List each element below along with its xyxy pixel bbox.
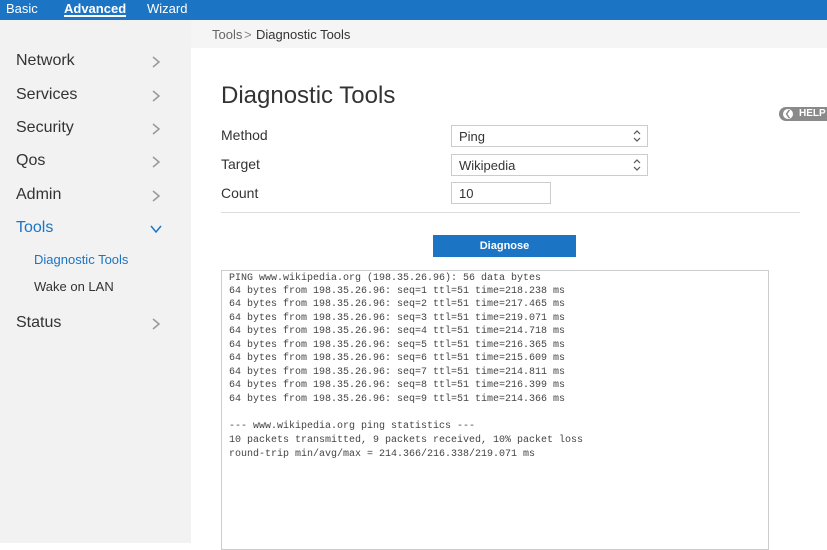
sidebar-item-qos[interactable]: Qos	[0, 147, 191, 177]
top-nav-bar: Basic Advanced Wizard	[0, 0, 827, 20]
output-line: 64 bytes from 198.35.26.96: seq=7 ttl=51…	[229, 367, 566, 378]
breadcrumb-current: Diagnostic Tools	[256, 27, 351, 42]
nav-basic[interactable]: Basic	[6, 0, 38, 20]
sidebar-item-services[interactable]: Services	[0, 81, 191, 111]
updown-arrows-icon	[633, 130, 641, 142]
sidebar-item-label: Qos	[16, 152, 46, 169]
sidebar-item-admin[interactable]: Admin	[0, 181, 191, 211]
sidebar-item-status[interactable]: Status	[0, 309, 191, 339]
target-select[interactable]: Wikipedia	[451, 154, 648, 176]
help-label: HELP	[799, 108, 826, 119]
target-label: Target	[221, 156, 260, 172]
form-divider	[221, 212, 800, 213]
output-line: --- www.wikipedia.org ping statistics --…	[229, 421, 476, 432]
sidebar-item-security[interactable]: Security	[0, 114, 191, 144]
output-line: PING www.wikipedia.org (198.35.26.96): 5…	[229, 273, 542, 284]
sidebar-item-label: Services	[16, 86, 78, 103]
sidebar-item-label: Network	[16, 52, 75, 69]
output-line: round-trip min/avg/max = 214.366/216.338…	[229, 449, 536, 460]
page-title: Diagnostic Tools	[221, 82, 396, 109]
output-line: 64 bytes from 198.35.26.96: seq=5 ttl=51…	[229, 340, 566, 351]
sidebar-item-network[interactable]: Network	[0, 47, 191, 77]
diagnose-button[interactable]: Diagnose	[433, 235, 576, 257]
chevron-right-icon	[152, 156, 161, 168]
chevron-left-icon: ❮	[783, 109, 793, 119]
target-select-value: Wikipedia	[459, 158, 516, 173]
output-line: 10 packets transmitted, 9 packets receiv…	[229, 435, 584, 446]
chevron-right-icon	[152, 90, 161, 102]
chevron-right-icon	[152, 123, 161, 135]
method-select-value: Ping	[459, 129, 486, 144]
sidebar-item-label: Status	[16, 314, 62, 331]
breadcrumb: Tools > Diagnostic Tools	[191, 20, 827, 48]
output-line: 64 bytes from 198.35.26.96: seq=6 ttl=51…	[229, 353, 566, 364]
sidebar-item-label: Admin	[16, 186, 62, 203]
sidebar-item-label: Tools	[16, 219, 54, 236]
breadcrumb-parent[interactable]: Tools	[212, 27, 242, 42]
chevron-right-icon	[152, 318, 161, 330]
output-line: 64 bytes from 198.35.26.96: seq=3 ttl=51…	[229, 313, 566, 324]
output-line: 64 bytes from 198.35.26.96: seq=2 ttl=51…	[229, 299, 566, 310]
method-select[interactable]: Ping	[451, 125, 648, 147]
output-line: 64 bytes from 198.35.26.96: seq=1 ttl=51…	[229, 286, 566, 297]
output-line: 64 bytes from 198.35.26.96: seq=9 ttl=51…	[229, 394, 566, 405]
output-line: 64 bytes from 198.35.26.96: seq=8 ttl=51…	[229, 380, 566, 391]
sidebar: Network Services Security Qos Admin Tool…	[0, 20, 191, 543]
updown-arrows-icon	[633, 159, 641, 171]
chevron-down-icon	[150, 225, 162, 234]
sidebar-item-label: Security	[16, 119, 74, 136]
diagnostic-output[interactable]: PING www.wikipedia.org (198.35.26.96): 5…	[221, 270, 769, 550]
sidebar-subitem-wake-on-lan[interactable]: Wake on LAN	[34, 279, 114, 294]
output-line: 64 bytes from 198.35.26.96: seq=4 ttl=51…	[229, 326, 566, 337]
count-label: Count	[221, 185, 259, 201]
chevron-right-icon	[152, 56, 161, 68]
method-label: Method	[221, 127, 268, 143]
sidebar-item-tools[interactable]: Tools	[0, 214, 191, 244]
nav-advanced[interactable]: Advanced	[64, 0, 127, 20]
chevron-right-icon	[152, 190, 161, 202]
breadcrumb-separator: >	[244, 27, 252, 42]
nav-wizard[interactable]: Wizard	[147, 0, 187, 20]
help-button[interactable]: ❮ HELP	[779, 107, 827, 121]
sidebar-subitem-diagnostic-tools[interactable]: Diagnostic Tools	[34, 252, 128, 267]
count-input[interactable]	[451, 182, 551, 204]
